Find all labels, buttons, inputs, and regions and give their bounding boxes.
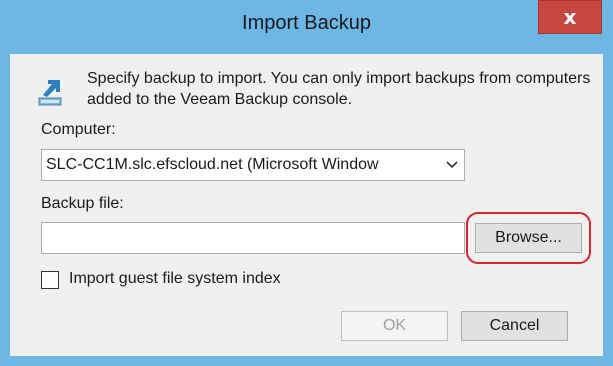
close-button[interactable]: x [538,0,602,34]
import-guest-index-label[interactable]: Import guest file system index [69,270,281,288]
import-backup-dialog: Import Backup x Specify backup to import… [0,0,613,366]
computer-select[interactable]: SLC-CC1M.slc.efscloud.net (Microsoft Win… [41,149,465,181]
chevron-down-icon [444,150,460,180]
backup-file-label: Backup file: [41,195,124,212]
backup-file-input[interactable] [41,222,465,254]
dialog-title: Import Backup [242,12,371,34]
import-arrow-icon [38,80,62,106]
computer-select-value: SLC-CC1M.slc.efscloud.net (Microsoft Win… [46,156,379,173]
cancel-button[interactable]: Cancel [461,311,568,341]
title-bar[interactable]: Import Backup x [0,0,613,54]
ok-button[interactable]: OK [341,311,448,341]
dialog-body: Specify backup to import. You can only i… [10,54,603,356]
import-guest-index-checkbox[interactable] [41,271,59,289]
computer-label: Computer: [41,121,116,138]
info-text: Specify backup to import. You can only i… [87,70,591,108]
browse-button[interactable]: Browse... [475,223,582,253]
